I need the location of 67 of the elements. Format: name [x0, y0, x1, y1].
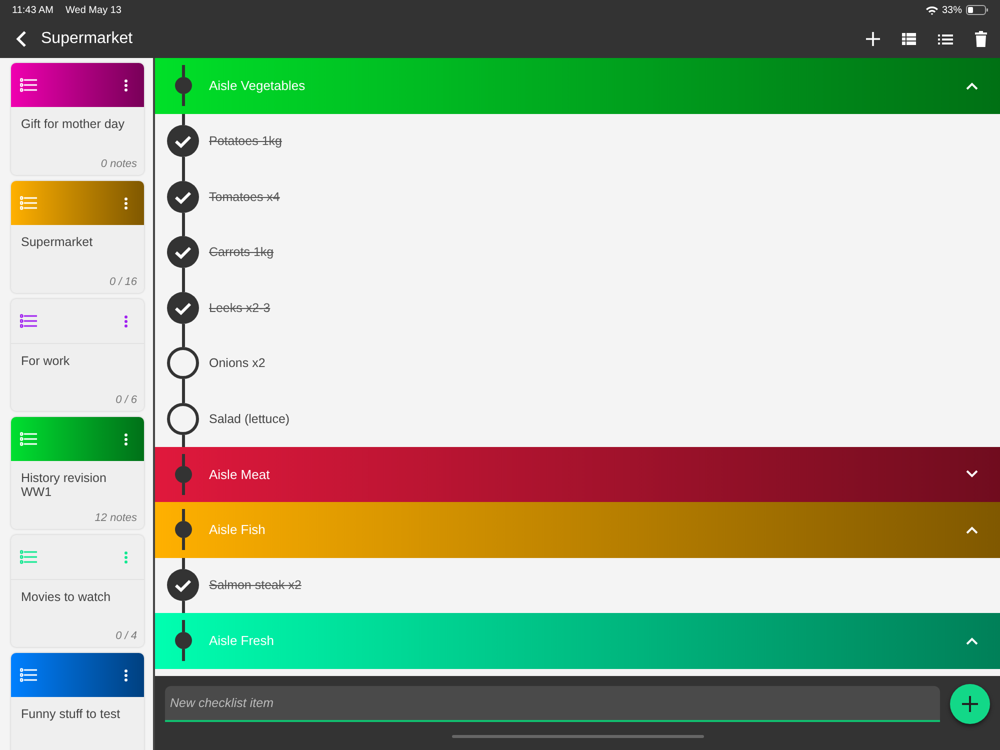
new-item-field[interactable]: New checklist item	[165, 686, 940, 722]
list-icon	[20, 78, 37, 92]
list-card[interactable]: Supermarket 0 / 16	[11, 181, 144, 293]
chevron-up-icon[interactable]	[966, 82, 978, 90]
card-count: 0 / 16	[109, 276, 137, 288]
list-card[interactable]: Gift for mother day 0 notes	[11, 63, 144, 175]
list-icon	[20, 668, 37, 682]
checklist-item: Onions x2	[209, 356, 266, 370]
card-title: For work	[20, 353, 71, 368]
aisle-name: Aisle Meat	[209, 466, 271, 482]
chevron-up-icon[interactable]	[966, 636, 978, 645]
plus-icon	[962, 696, 978, 712]
chevron-down-icon[interactable]	[966, 470, 978, 478]
checklist-item: Potatoes 1kg	[209, 134, 282, 148]
checklist-item: Salad (lettuce)	[209, 412, 290, 426]
list-icon	[20, 196, 37, 210]
aisle-name: Aisle Fresh	[209, 633, 276, 648]
battery-icon	[966, 5, 988, 15]
more-icon[interactable]	[124, 196, 128, 210]
add-button[interactable]	[950, 684, 990, 724]
aisle-name: Aisle Fish	[209, 522, 266, 538]
back-icon[interactable]	[15, 30, 27, 48]
list-icon	[20, 432, 37, 446]
card-count: 0 notes	[100, 158, 137, 170]
more-icon[interactable]	[124, 78, 128, 92]
empty-circle-icon[interactable]	[167, 347, 199, 380]
card-count: 12 notes	[94, 512, 137, 524]
card-title: Supermarket	[20, 234, 94, 250]
checklist-item: Tomatoes x4	[209, 190, 280, 204]
more-icon[interactable]	[124, 668, 128, 682]
timeline-dot	[174, 521, 192, 538]
card-title: Gift for mother day	[20, 116, 126, 132]
table-list-icon[interactable]	[902, 33, 916, 45]
checked-circle-icon[interactable]	[167, 236, 199, 268]
card-count: 0 / 6	[116, 394, 137, 406]
card-title: History revision WW1	[20, 470, 108, 500]
list-card[interactable]: History revision WW1 12 notes	[11, 417, 144, 529]
aisle-name: Aisle Vegetables	[209, 78, 306, 94]
checked-circle-icon[interactable]	[167, 125, 199, 158]
wifi-icon	[926, 6, 938, 14]
status-date: Wed May 13	[66, 4, 122, 16]
page-title: Supermarket	[41, 30, 133, 48]
trash-icon[interactable]	[975, 31, 987, 47]
checklist-item: Salmon steak x2	[209, 578, 302, 592]
timeline-dot	[174, 466, 192, 483]
checked-circle-icon[interactable]	[167, 569, 199, 602]
card-title: Movies to watch	[20, 589, 112, 604]
add-icon[interactable]	[866, 32, 880, 46]
list-card[interactable]: Funny stuff to test	[11, 653, 144, 750]
checklist-item: Carrots 1kg	[209, 245, 274, 260]
checked-circle-icon[interactable]	[167, 292, 199, 324]
chevron-up-icon[interactable]	[966, 526, 978, 534]
card-count: 0 / 4	[116, 630, 137, 642]
empty-circle-icon[interactable]	[167, 402, 199, 435]
timeline-dot	[174, 77, 192, 94]
status-time: 11:43 AM	[12, 4, 54, 16]
list-card[interactable]: For work 0 / 6	[11, 299, 144, 411]
checklist-item: Leeks x2-3	[209, 300, 270, 315]
list-card[interactable]: Movies to watch 0 / 4	[11, 535, 144, 647]
card-title: Funny stuff to test	[20, 706, 122, 722]
list-icon[interactable]	[938, 34, 953, 44]
timeline-dot	[174, 632, 192, 650]
more-icon[interactable]	[124, 314, 128, 328]
more-icon[interactable]	[124, 432, 128, 446]
aisle-header[interactable]: Aisle Meat	[155, 446, 1000, 502]
battery-percentage: 33%	[942, 4, 962, 16]
checked-circle-icon[interactable]	[167, 180, 199, 213]
